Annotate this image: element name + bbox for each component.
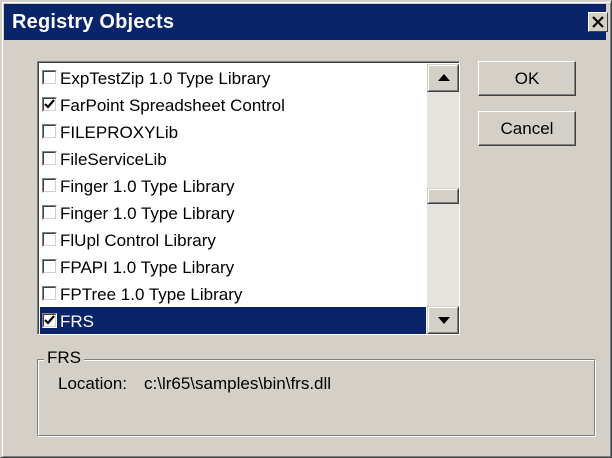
list-item[interactable]: FlUpl Control Library — [40, 226, 426, 253]
registry-objects-dialog: Registry Objects ExpTestZip 1.0 Type Lib… — [0, 0, 612, 458]
list-item[interactable]: Finger 1.0 Type Library — [40, 199, 426, 226]
item-checkbox[interactable] — [42, 124, 57, 139]
item-checkbox[interactable] — [42, 232, 57, 247]
list-items: ExpTestZip 1.0 Type Library FarPoint Spre… — [40, 64, 426, 334]
list-item-label: Finger 1.0 Type Library — [60, 203, 235, 223]
list-frame: ExpTestZip 1.0 Type Library FarPoint Spre… — [38, 62, 459, 334]
list-item-label: FRS — [60, 311, 94, 331]
list-item-label: FlUpl Control Library — [60, 230, 216, 250]
list-item[interactable]: FILEPROXYLib — [40, 118, 426, 145]
item-checkbox[interactable] — [42, 286, 57, 301]
list-item-label: FarPoint Spreadsheet Control — [60, 95, 285, 115]
arrow-up-icon — [438, 74, 450, 81]
details-group: FRS Location: c:\lr65\samples\bin\frs.dl… — [37, 348, 596, 437]
ok-button[interactable]: OK — [478, 61, 576, 96]
list-item-label: FileServiceLib — [60, 149, 167, 169]
list-item-label: FILEPROXYLib — [60, 122, 179, 142]
item-checkbox[interactable] — [42, 70, 57, 85]
item-checkbox[interactable] — [42, 259, 57, 274]
cancel-button-label: Cancel — [500, 118, 554, 138]
item-checkbox[interactable] — [42, 151, 57, 166]
list-item[interactable]: FileServiceLib — [40, 145, 426, 172]
list-item[interactable]: Finger 1.0 Type Library — [40, 172, 426, 199]
scroll-up-button[interactable] — [427, 64, 459, 92]
scroll-down-button[interactable] — [427, 306, 459, 334]
close-button[interactable] — [588, 12, 608, 32]
title-bar[interactable]: Registry Objects — [4, 4, 608, 40]
scroll-thumb[interactable] — [427, 188, 459, 204]
item-checkbox[interactable] — [42, 313, 57, 328]
list-item-label: FPTree 1.0 Type Library — [60, 284, 243, 304]
list-item[interactable]: FRS — [40, 307, 426, 334]
list-item-label: FPAPI 1.0 Type Library — [60, 257, 235, 277]
item-checkbox[interactable] — [42, 205, 57, 220]
cancel-button[interactable]: Cancel — [478, 111, 576, 146]
dialog-title: Registry Objects — [12, 11, 175, 33]
registry-object-list[interactable]: ExpTestZip 1.0 Type Library FarPoint Spre… — [37, 61, 460, 335]
checkmark-icon — [44, 315, 55, 325]
list-item-label: Finger 1.0 Type Library — [60, 176, 235, 196]
location-label: Location: — [58, 374, 127, 393]
checkmark-icon — [44, 99, 55, 109]
list-item[interactable]: FarPoint Spreadsheet Control — [40, 91, 426, 118]
location-value: c:\lr65\samples\bin\frs.dll — [144, 374, 332, 393]
details-group-title: FRS — [44, 348, 84, 368]
list-item[interactable]: FPTree 1.0 Type Library — [40, 280, 426, 307]
ok-button-label: OK — [514, 68, 540, 88]
vertical-scrollbar[interactable] — [427, 64, 459, 334]
list-item-label: ExpTestZip 1.0 Type Library — [60, 68, 271, 88]
list-item[interactable]: FPAPI 1.0 Type Library — [40, 253, 426, 280]
item-checkbox[interactable] — [42, 178, 57, 193]
item-checkbox[interactable] — [42, 97, 57, 112]
close-icon — [592, 16, 604, 28]
list-item[interactable]: ExpTestZip 1.0 Type Library — [40, 64, 426, 91]
arrow-down-icon — [438, 317, 450, 324]
